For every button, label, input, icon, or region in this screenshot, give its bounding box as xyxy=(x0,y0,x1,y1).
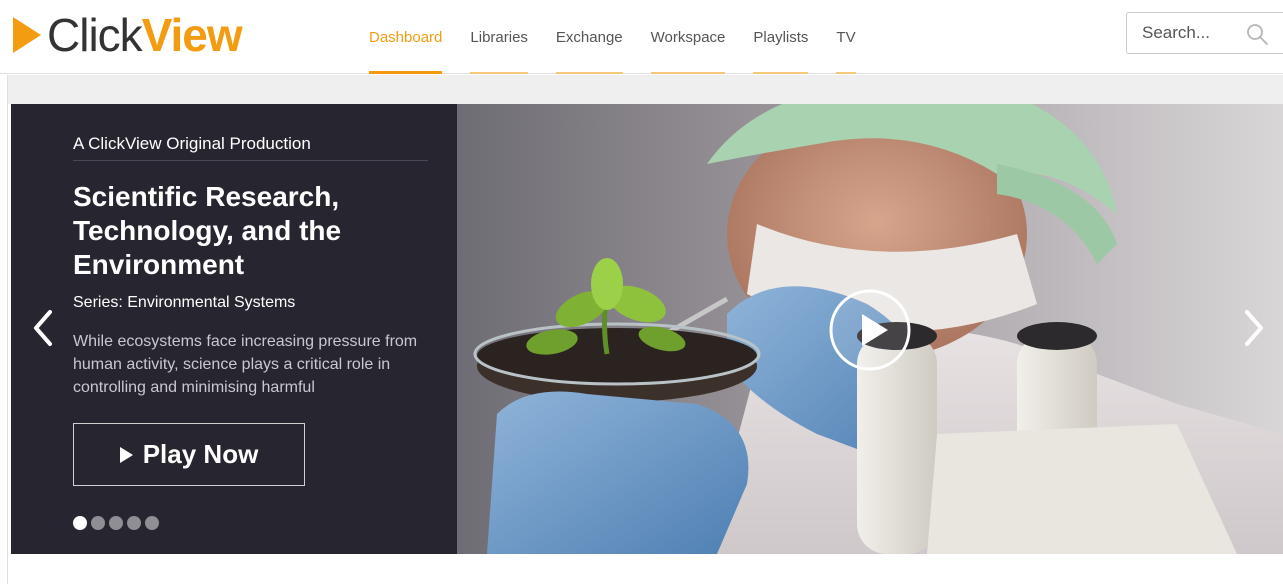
carousel-dot[interactable] xyxy=(91,516,105,530)
search-icon[interactable] xyxy=(1245,22,1269,46)
nav-exchange[interactable]: Exchange xyxy=(542,0,637,74)
nav-tv[interactable]: TV xyxy=(822,0,869,74)
nav-underline xyxy=(470,72,528,74)
nav-libraries[interactable]: Libraries xyxy=(456,0,542,74)
clickview-logo[interactable]: ClickView xyxy=(13,9,243,61)
content-left-border xyxy=(7,75,8,584)
play-now-button[interactable]: Play Now xyxy=(73,423,305,486)
nav-playlists[interactable]: Playlists xyxy=(739,0,822,74)
chevron-right-icon[interactable] xyxy=(1242,308,1266,348)
nav-dashboard[interactable]: Dashboard xyxy=(355,0,456,74)
nav-underline xyxy=(555,72,623,74)
hero-description: While ecosystems face increasing pressur… xyxy=(73,333,418,396)
nav-underline xyxy=(836,72,856,74)
main-nav: Dashboard Libraries Exchange Workspace P… xyxy=(355,0,870,74)
search-input[interactable] xyxy=(1142,23,1232,43)
nav-underline xyxy=(650,72,726,74)
hero-title[interactable]: Scientific Research, Technology, and the… xyxy=(73,180,403,282)
chevron-left-icon[interactable] xyxy=(31,308,55,348)
hero-eyebrow: A ClickView Original Production xyxy=(73,134,311,153)
eyebrow-divider xyxy=(73,160,428,161)
search-box[interactable] xyxy=(1126,12,1283,54)
logo-wordmark: ClickView xyxy=(47,9,243,61)
carousel-indicators xyxy=(73,516,159,530)
hero-series[interactable]: Series: Environmental Systems xyxy=(73,294,295,312)
nav-underline xyxy=(753,72,809,74)
nav-workspace[interactable]: Workspace xyxy=(637,0,740,74)
carousel-dot[interactable] xyxy=(73,516,87,530)
play-now-label: Play Now xyxy=(142,439,259,469)
top-header: ClickView Dashboard Libraries Exchange W… xyxy=(0,0,1283,74)
nav-underline xyxy=(369,71,443,74)
carousel-dot[interactable] xyxy=(109,516,123,530)
content-top-band xyxy=(7,75,1283,104)
logo-play-icon xyxy=(13,17,41,53)
carousel-dot[interactable] xyxy=(145,516,159,530)
play-circle-icon[interactable] xyxy=(828,288,912,372)
hero-info-panel: A ClickView Original Production Scientif… xyxy=(11,104,457,554)
play-icon xyxy=(119,446,133,463)
featured-carousel: A ClickView Original Production Scientif… xyxy=(11,104,1283,554)
carousel-dot[interactable] xyxy=(127,516,141,530)
